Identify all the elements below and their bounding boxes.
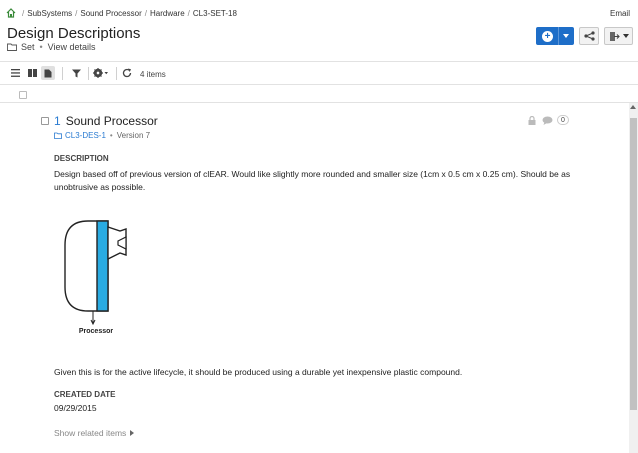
breadcrumb-separator: / xyxy=(22,9,25,18)
item-number[interactable]: 1 xyxy=(54,114,61,128)
item-name: Sound Processor xyxy=(65,114,158,128)
breadcrumb: / SubSystems / Sound Processor / Hardware / CL3… xyxy=(19,9,237,18)
filter-button[interactable] xyxy=(69,66,83,80)
item-actions: 0 xyxy=(528,115,569,125)
item-version: Version 7 xyxy=(116,131,151,140)
page-title: Design Descriptions xyxy=(7,25,141,42)
export-icon xyxy=(609,31,620,41)
export-button[interactable] xyxy=(604,27,633,45)
comment-count: 0 xyxy=(557,115,569,125)
list-view-icon xyxy=(10,69,20,77)
toolbar-divider xyxy=(88,67,89,80)
note-text: Given this is for the active lifecycle, … xyxy=(54,367,463,377)
caret-right-icon xyxy=(130,430,135,436)
select-all-row xyxy=(0,86,638,103)
vertical-scrollbar[interactable] xyxy=(629,103,638,453)
lock-icon[interactable] xyxy=(528,115,536,125)
folder-icon xyxy=(54,132,62,139)
select-all-checkbox[interactable] xyxy=(19,91,27,99)
home-icon[interactable] xyxy=(6,8,16,18)
view-details-link[interactable]: View details xyxy=(48,42,96,52)
dot-separator: • xyxy=(39,42,43,52)
created-date-label: CREATED DATE xyxy=(54,390,116,399)
breadcrumb-item-subsystems[interactable]: SubSystems xyxy=(27,9,72,18)
breadcrumb-separator: / xyxy=(144,9,147,18)
refresh-button[interactable] xyxy=(120,66,134,80)
breadcrumb-item-hardware[interactable]: Hardware xyxy=(150,9,185,18)
gear-icon xyxy=(93,68,108,78)
breadcrumb-bar: / SubSystems / Sound Processor / Hardware / CL3… xyxy=(0,0,638,20)
chevron-down-icon[interactable] xyxy=(563,34,569,38)
dot-separator: • xyxy=(109,131,113,140)
item-header: 1 Sound Processor xyxy=(41,114,158,128)
toolbar-divider xyxy=(116,67,117,80)
email-link[interactable]: Email xyxy=(610,9,630,18)
set-subline: Set • View details xyxy=(7,42,96,52)
item-meta: CL3-DES-1 • Version 7 xyxy=(54,131,150,140)
document-view-button[interactable] xyxy=(41,66,55,80)
folder-icon xyxy=(7,43,17,51)
grid-view-button[interactable] xyxy=(25,66,39,80)
settings-menu-button[interactable] xyxy=(91,66,111,80)
show-related-items-link[interactable]: Show related items xyxy=(54,428,135,438)
description-label: DESCRIPTION xyxy=(54,154,109,163)
breadcrumb-item-current[interactable]: CL3-SET-18 xyxy=(193,9,237,18)
share-icon xyxy=(583,31,595,41)
chevron-down-icon xyxy=(622,34,629,38)
device-band-shape xyxy=(96,220,109,312)
add-item-button[interactable]: + xyxy=(536,27,574,45)
drawing-callout-label: Processor xyxy=(79,328,114,335)
view-toolbar: 4 items xyxy=(0,61,638,85)
device-drawing: Processor xyxy=(64,220,127,335)
grid-view-icon xyxy=(27,69,37,77)
share-button[interactable] xyxy=(579,27,599,45)
breadcrumb-item-sound-processor[interactable]: Sound Processor xyxy=(80,9,141,18)
refresh-icon xyxy=(122,68,132,78)
scroll-thumb[interactable] xyxy=(630,118,637,410)
show-related-items-label: Show related items xyxy=(54,428,127,438)
list-view-button[interactable] xyxy=(8,66,22,80)
breadcrumb-separator: / xyxy=(187,9,190,18)
document-view-icon xyxy=(44,69,52,77)
description-text: Design based off of previous version of … xyxy=(54,169,571,192)
item-checkbox[interactable] xyxy=(41,117,49,125)
plus-icon: + xyxy=(542,30,553,42)
filter-icon xyxy=(71,69,81,77)
item-count: 4 items xyxy=(140,70,166,79)
button-divider xyxy=(558,27,559,45)
set-type-label: Set xyxy=(21,42,35,52)
comment-icon[interactable] xyxy=(542,116,553,125)
toolbar-divider xyxy=(62,67,63,80)
item-id-link[interactable]: CL3-DES-1 xyxy=(65,131,106,140)
scroll-up-arrow[interactable] xyxy=(630,105,636,109)
callout-arrow xyxy=(90,311,96,326)
created-date-value: 09/29/2015 xyxy=(54,403,97,413)
